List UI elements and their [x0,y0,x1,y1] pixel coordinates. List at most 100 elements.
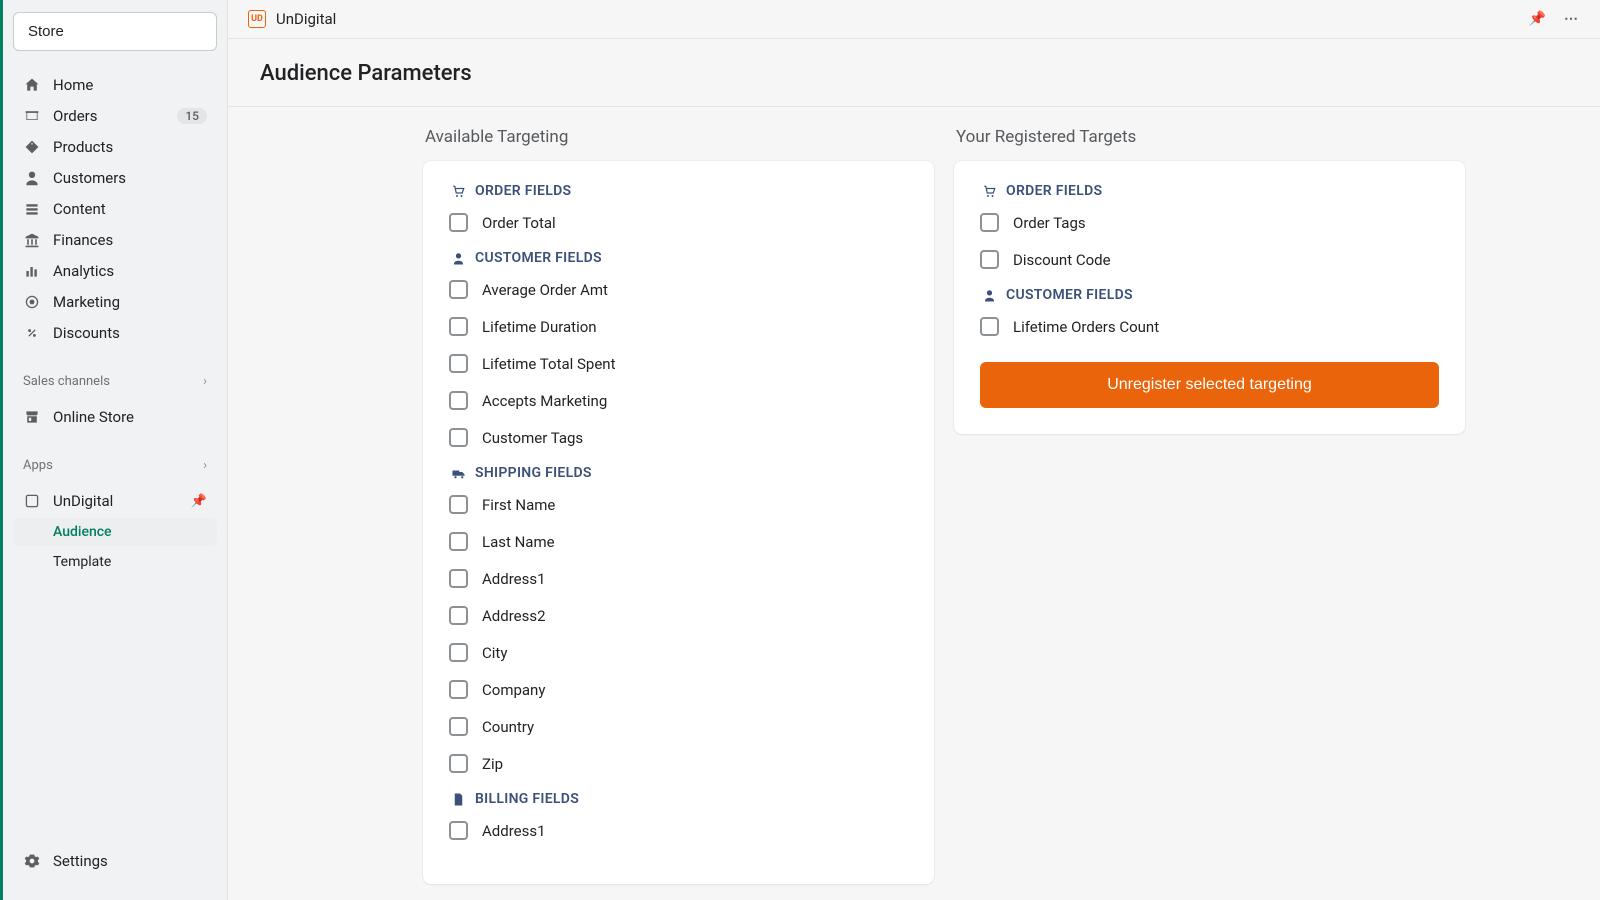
app-header: UD UnDigital 📌 ⋯ [228,0,1600,39]
checkbox[interactable] [980,317,999,336]
person-icon [980,288,998,303]
unregister-button[interactable]: Unregister selected targeting [980,362,1439,408]
target-row: Last Name [449,532,908,551]
target-row: Customer Tags [449,428,908,447]
group-header-label: ORDER FIELDS [475,183,571,199]
target-label: Customer Tags [482,429,583,447]
truck-icon [449,466,467,481]
target-row: First Name [449,495,908,514]
target-row: Address2 [449,606,908,625]
sidebar-item-analytics[interactable]: Analytics [13,257,217,285]
app-logo-icon [23,492,41,510]
sidebar-item-label: Analytics [53,262,207,280]
main: UD UnDigital 📌 ⋯ Audience Parameters Ava… [228,0,1600,900]
group-header-label: ORDER FIELDS [1006,183,1102,199]
checkbox[interactable] [449,643,468,662]
target-label: First Name [482,496,555,514]
person-icon [449,251,467,266]
gear-icon [23,852,41,870]
sidebar-item-label: Finances [53,231,207,249]
checkbox[interactable] [449,391,468,410]
page-header: Audience Parameters [228,39,1600,107]
sales-channels-header[interactable]: Sales channels › [13,368,217,395]
checkbox[interactable] [449,754,468,773]
target-label: Lifetime Orders Count [1013,318,1159,336]
target-label: City [482,644,507,662]
sidebar-item-label: Online Store [53,408,207,426]
chevron-right-icon: › [203,374,207,389]
checkbox[interactable] [449,606,468,625]
checkbox[interactable] [449,821,468,840]
checkbox[interactable] [449,680,468,699]
sidebar-item-orders[interactable]: Orders15 [13,102,217,130]
target-label: Lifetime Total Spent [482,355,616,373]
sidebar-item-finances[interactable]: Finances [13,226,217,254]
column-registered: Your Registered Targets ORDER FIELDS Orde… [954,127,1465,900]
target-label: Country [482,718,534,736]
group-header: CUSTOMER FIELDS [449,250,908,266]
checkbox[interactable] [449,354,468,373]
sidebar-item-label: Settings [53,852,207,870]
target-label: Lifetime Duration [482,318,597,336]
target-row: Discount Code [980,250,1439,269]
apps-header[interactable]: Apps › [13,452,217,479]
target-row: Order Tags [980,213,1439,232]
target-row: Average Order Amt [449,280,908,299]
sidebar: Store Home Orders15 Products Customers Conte… [3,0,228,900]
checkbox[interactable] [449,213,468,232]
tag-icon [23,138,41,156]
content: Available Targeting ORDER FIELDSOrder To… [228,107,1600,900]
checkbox[interactable] [449,569,468,588]
sidebar-subitem-template[interactable]: Template [13,548,217,576]
sidebar-item-content[interactable]: Content [13,195,217,223]
sidebar-item-home[interactable]: Home [13,71,217,99]
sidebar-item-undigital[interactable]: UnDigital 📌 [13,487,217,515]
checkbox[interactable] [980,250,999,269]
target-row: Accepts Marketing [449,391,908,410]
checkbox[interactable] [449,532,468,551]
group-header: ORDER FIELDS [980,183,1439,199]
sidebar-badge: 15 [177,108,207,124]
sidebar-subitem-audience[interactable]: Audience [13,518,217,546]
target-label: Address1 [482,822,546,840]
target-label: Discount Code [1013,251,1111,269]
sidebar-item-marketing[interactable]: Marketing [13,288,217,316]
checkbox[interactable] [449,317,468,336]
more-icon[interactable]: ⋯ [1564,11,1580,27]
group-header-label: CUSTOMER FIELDS [475,250,602,266]
checkbox[interactable] [449,717,468,736]
store-button[interactable]: Store [13,12,217,51]
app-logo-icon: UD [248,10,266,28]
store-icon [23,408,41,426]
target-row: Address1 [449,569,908,588]
target-row: Lifetime Duration [449,317,908,336]
sidebar-item-products[interactable]: Products [13,133,217,161]
content-icon [23,200,41,218]
checkbox[interactable] [449,495,468,514]
column-registered-title: Your Registered Targets [954,127,1465,147]
sidebar-item-label: UnDigital [53,492,185,510]
sidebar-item-discounts[interactable]: Discounts [13,319,217,347]
sidebar-item-label: Marketing [53,293,207,311]
file-icon [449,792,467,807]
checkbox[interactable] [449,428,468,447]
page-title: Audience Parameters [260,61,1568,86]
sidebar-item-settings[interactable]: Settings [13,847,217,875]
target-row: City [449,643,908,662]
pin-icon[interactable]: 📌 [1529,11,1546,27]
target-label: Order Tags [1013,214,1086,232]
home-icon [23,76,41,94]
checkbox[interactable] [980,213,999,232]
column-available: Available Targeting ORDER FIELDSOrder To… [423,127,934,900]
group-header: BILLING FIELDS [449,791,908,807]
sidebar-item-online-store[interactable]: Online Store [13,403,217,431]
target-icon [23,293,41,311]
registered-card: ORDER FIELDS Order Tags Discount Code CUSTO… [954,161,1465,434]
target-label: Order Total [482,214,556,232]
sidebar-item-customers[interactable]: Customers [13,164,217,192]
sidebar-item-label: Home [53,76,207,94]
group-header: CUSTOMER FIELDS [980,287,1439,303]
group-header-label: SHIPPING FIELDS [475,465,592,481]
target-row: Lifetime Total Spent [449,354,908,373]
checkbox[interactable] [449,280,468,299]
